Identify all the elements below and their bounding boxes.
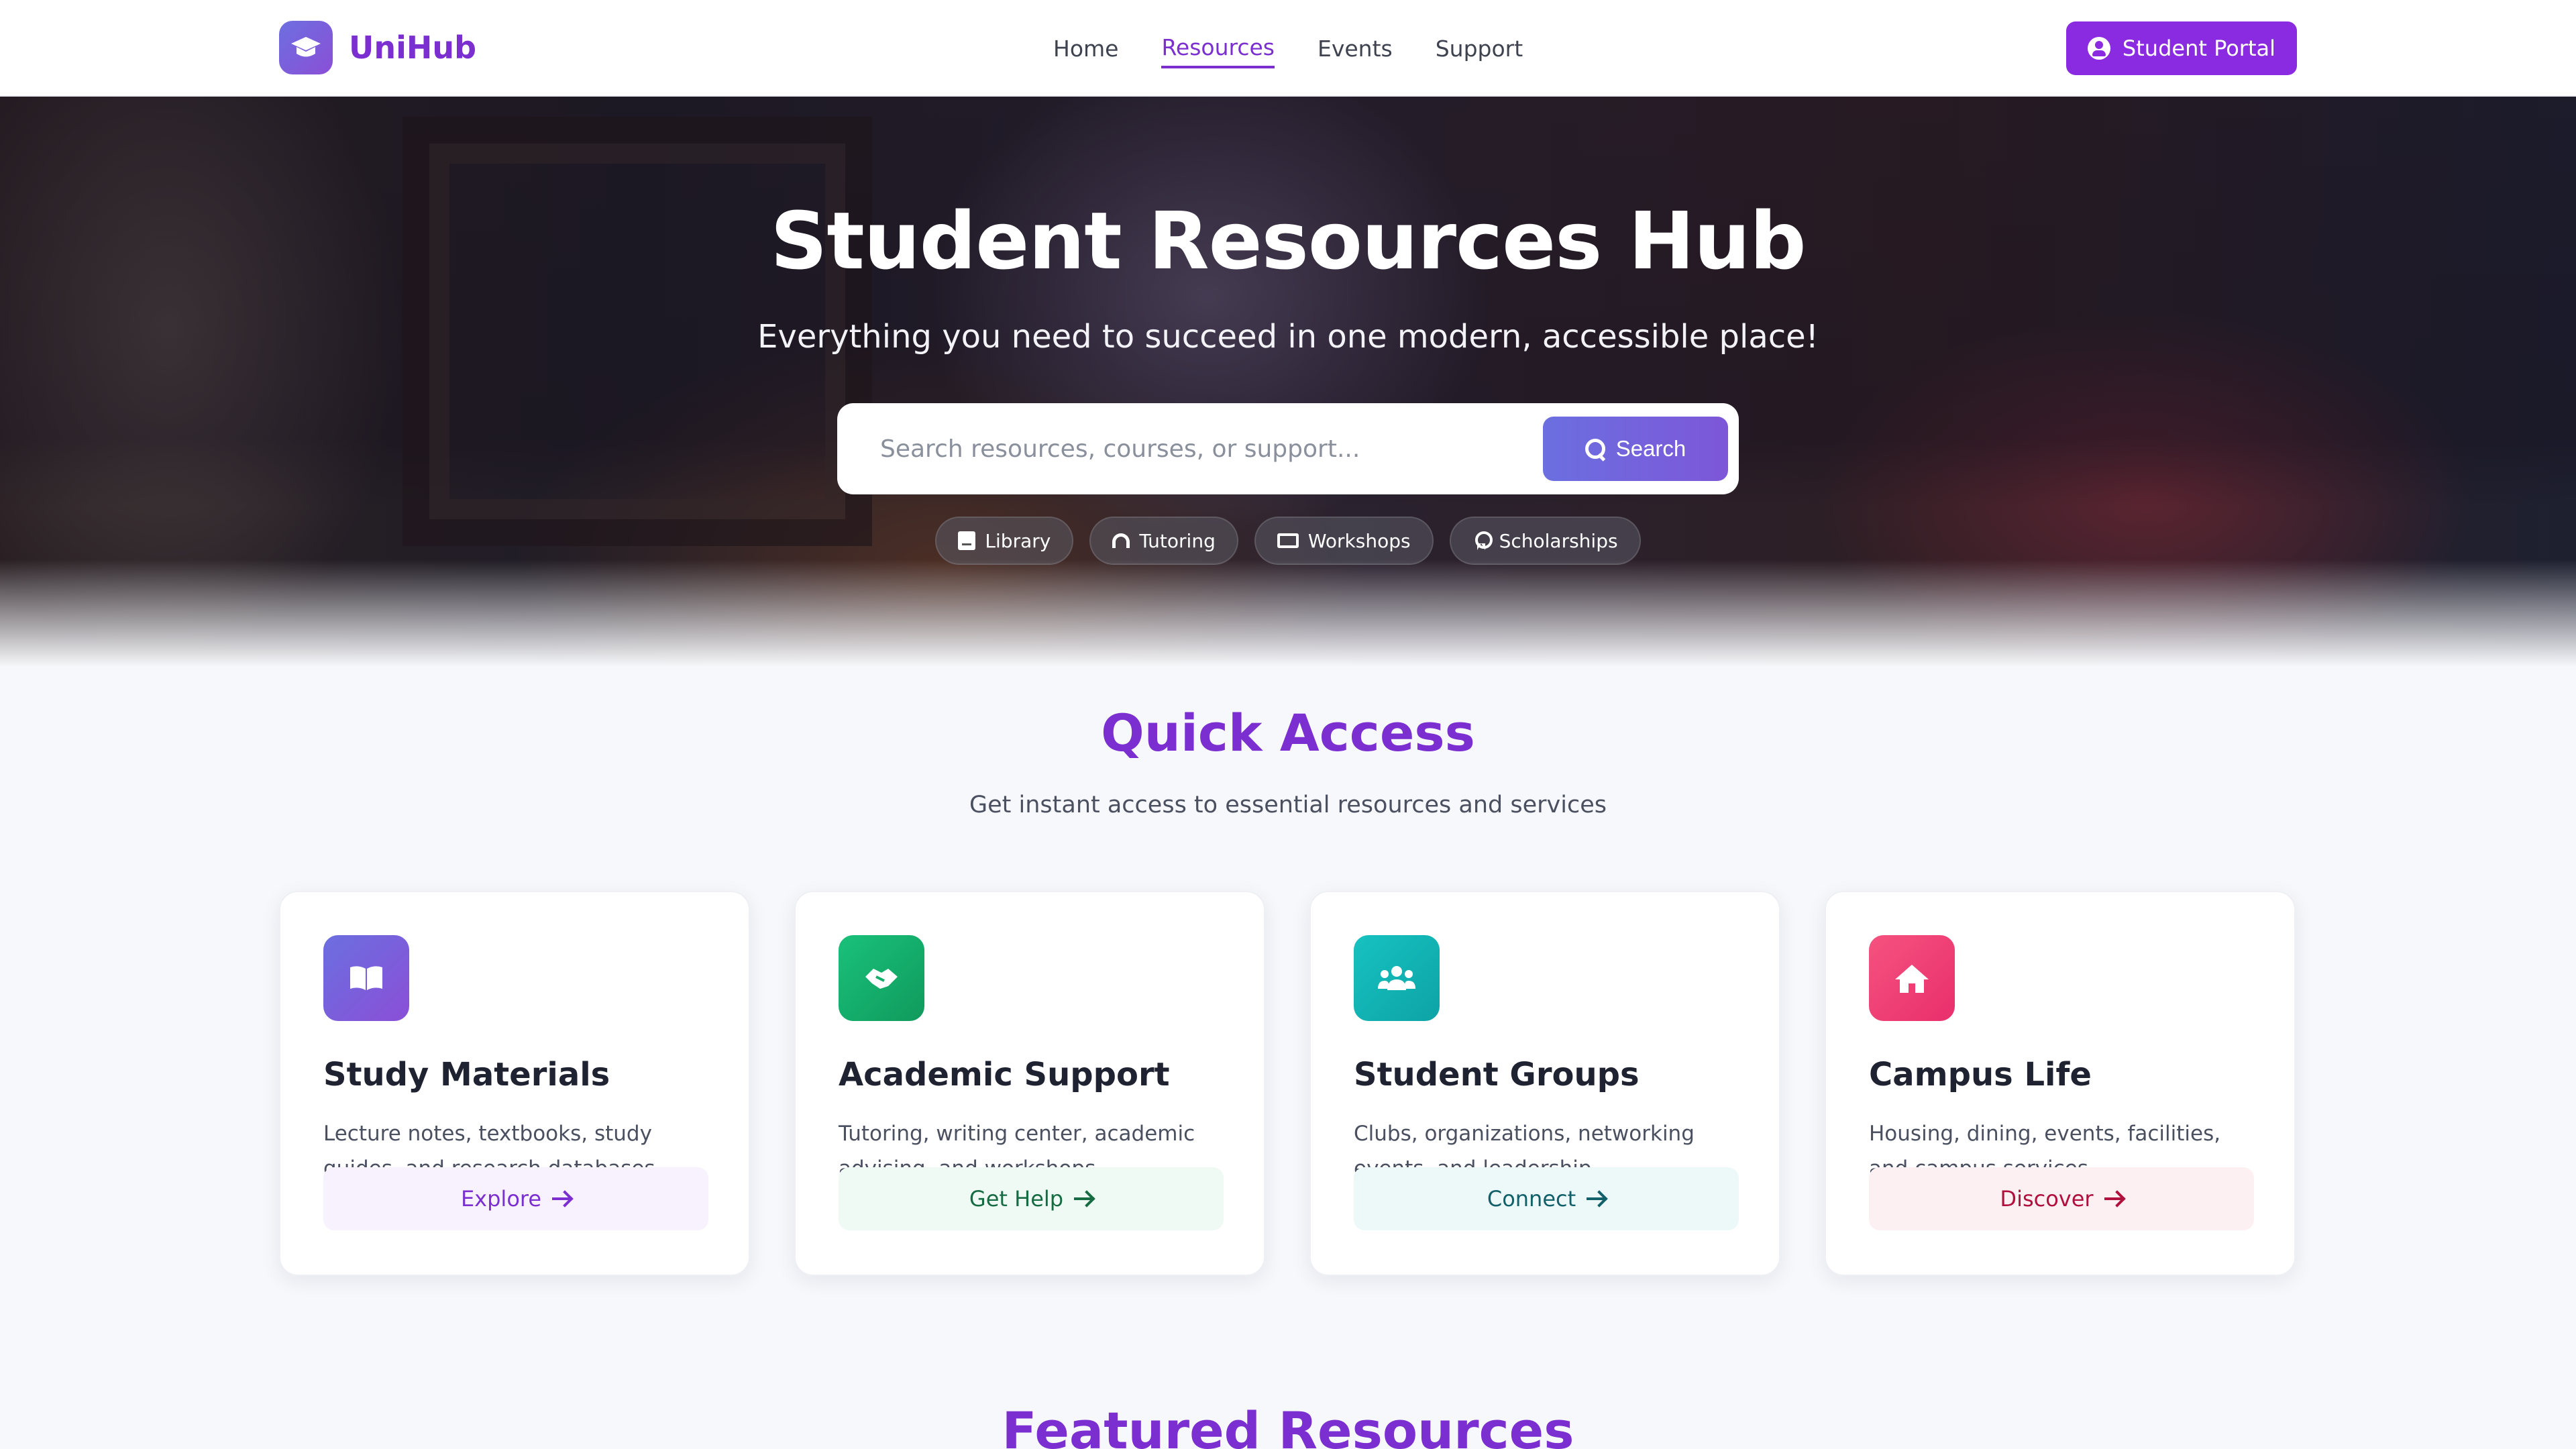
arrow-right-icon xyxy=(1587,1197,1606,1200)
search-input[interactable] xyxy=(880,435,1543,463)
open-book-icon xyxy=(323,935,409,1021)
search-icon xyxy=(1585,439,1605,459)
nav-link-resources[interactable]: Resources xyxy=(1161,29,1275,68)
get-help-button[interactable]: Get Help xyxy=(839,1167,1224,1230)
card-study-materials: Study Materials Lecture notes, textbooks… xyxy=(279,891,750,1276)
home-icon xyxy=(1869,935,1955,1021)
hero-title: Student Resources Hub xyxy=(770,195,1806,287)
chip-workshops[interactable]: Workshops xyxy=(1254,517,1434,565)
hero-section: Student Resources Hub Everything you nee… xyxy=(0,97,2576,667)
card-title: Academic Support xyxy=(839,1056,1170,1093)
chip-library[interactable]: Library xyxy=(935,517,1074,565)
handshake-icon xyxy=(839,935,924,1021)
search-button-label: Search xyxy=(1615,436,1686,461)
users-icon xyxy=(1354,935,1440,1021)
quick-tags: Library Tutoring Workshops Scholarships xyxy=(0,517,2576,565)
button-label: Discover xyxy=(2000,1186,2094,1212)
card-title: Campus Life xyxy=(1869,1056,2092,1093)
connect-button[interactable]: Connect xyxy=(1354,1167,1739,1230)
graduation-cap-icon xyxy=(279,21,333,74)
card-student-groups: Student Groups Clubs, organizations, net… xyxy=(1309,891,1780,1276)
quick-access-subtitle: Get instant access to essential resource… xyxy=(969,792,1607,818)
user-circle-icon xyxy=(2087,37,2110,60)
chip-label: Workshops xyxy=(1307,529,1411,552)
student-portal-label: Student Portal xyxy=(2122,36,2275,61)
card-title: Student Groups xyxy=(1354,1056,1640,1093)
hero-fade xyxy=(0,559,2576,667)
presentation-icon xyxy=(1277,533,1299,548)
arrow-right-icon xyxy=(552,1197,572,1200)
chip-label: Library xyxy=(985,529,1051,552)
button-label: Explore xyxy=(460,1186,542,1212)
brand-name: UniHub xyxy=(349,30,477,66)
nav-link-events[interactable]: Events xyxy=(1318,30,1393,67)
arrow-right-icon xyxy=(2104,1197,2123,1200)
chip-label: Tutoring xyxy=(1139,529,1216,552)
quick-access-title: Quick Access xyxy=(1101,703,1475,763)
explore-button[interactable]: Explore xyxy=(323,1167,708,1230)
discover-button[interactable]: Discover xyxy=(1869,1167,2254,1230)
featured-resources-title: Featured Resources xyxy=(1002,1401,1574,1449)
book-icon xyxy=(958,531,976,550)
chip-label: Scholarships xyxy=(1499,529,1618,552)
nav-link-home[interactable]: Home xyxy=(1053,30,1118,67)
top-navbar: UniHub Home Resources Events Support Stu… xyxy=(0,0,2576,97)
nav-links: Home Resources Events Support xyxy=(1053,0,1523,97)
search-button[interactable]: Search xyxy=(1543,417,1728,481)
arrow-right-icon xyxy=(1074,1197,1093,1200)
button-label: Connect xyxy=(1487,1186,1576,1212)
chip-tutoring[interactable]: Tutoring xyxy=(1089,517,1238,565)
brand[interactable]: UniHub xyxy=(279,21,476,74)
hero-subtitle: Everything you need to succeed in one mo… xyxy=(757,318,1819,356)
chip-scholarships[interactable]: Scholarships xyxy=(1449,517,1641,565)
nav-link-support[interactable]: Support xyxy=(1436,30,1523,67)
card-title: Study Materials xyxy=(323,1056,610,1093)
button-label: Get Help xyxy=(969,1186,1064,1212)
headset-icon xyxy=(1112,533,1130,548)
search-bar: Search xyxy=(837,403,1739,494)
quick-access-cards: Study Materials Lecture notes, textbooks… xyxy=(279,891,2297,1276)
student-portal-button[interactable]: Student Portal xyxy=(2065,21,2297,75)
award-icon xyxy=(1472,531,1493,550)
card-campus-life: Campus Life Housing, dining, events, fac… xyxy=(1825,891,2296,1276)
card-academic-support: Academic Support Tutoring, writing cente… xyxy=(794,891,1265,1276)
